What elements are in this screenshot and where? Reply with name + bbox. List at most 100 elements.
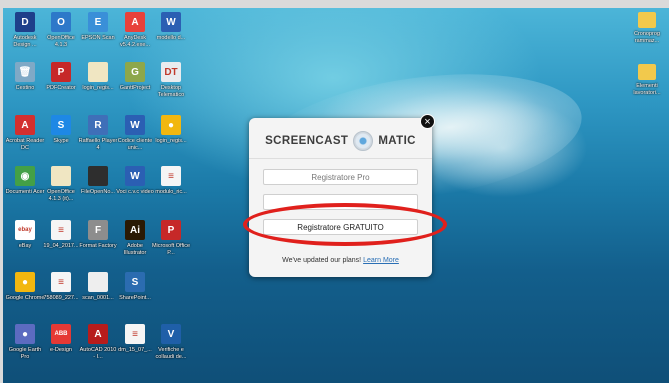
folder-icon bbox=[638, 12, 656, 28]
file-icon bbox=[88, 62, 108, 82]
desktop-icon-6[interactable]: P PDFCreator bbox=[41, 62, 81, 92]
desktop-icon-8[interactable]: G GanttProject bbox=[115, 62, 155, 92]
pdf-file-icon: ≡ bbox=[125, 324, 145, 344]
desktop-icon-28[interactable]: S SharePoint... bbox=[115, 272, 155, 302]
desktop-icon-label: Google Earth Pro bbox=[8, 347, 42, 360]
desktop-icon-7[interactable]: login_regis... bbox=[78, 62, 118, 92]
adobe-illustrator-icon: Ai bbox=[125, 220, 145, 240]
desktop-icon-22[interactable]: F Format Factory bbox=[78, 220, 118, 250]
divider bbox=[249, 158, 432, 159]
desktop-icon-0[interactable]: D Autodesk Design ... bbox=[5, 12, 45, 48]
pdf-file-icon: ≡ bbox=[161, 166, 181, 186]
pro-recorder-button[interactable]: Registratore Pro bbox=[263, 169, 418, 185]
desktop-icon-label: eBay bbox=[18, 243, 32, 249]
chrome-icon: ● bbox=[161, 115, 181, 135]
desktop-icon-label: 758089_227... bbox=[43, 295, 79, 301]
fileopen-icon bbox=[88, 166, 108, 186]
red-highlight-ellipse bbox=[243, 203, 447, 246]
brand-right-text: MATIC bbox=[378, 135, 416, 147]
desktop-icon-10[interactable]: A Acrobat Reader DC bbox=[5, 115, 45, 151]
desktop-icon-11[interactable]: S Skype bbox=[41, 115, 81, 145]
desktop-icon-27[interactable]: scan_0001... bbox=[78, 272, 118, 302]
file-icon bbox=[51, 166, 71, 186]
desktop-icon-9[interactable]: DT Desktop Telematico bbox=[151, 62, 191, 98]
desktop-icon-label: SharePoint... bbox=[119, 295, 151, 301]
desktop-icon-label: FileOpenNo... bbox=[81, 189, 115, 195]
desktop-icon-label: 19_04_2017... bbox=[43, 243, 79, 249]
ebay-icon: ebay bbox=[15, 220, 35, 240]
desktop-icon-label: Codice cliente unic... bbox=[117, 138, 153, 151]
pdf-file-icon: ≡ bbox=[51, 272, 71, 292]
desktop-icon-13[interactable]: W Codice cliente unic... bbox=[115, 115, 155, 151]
desktop-telematico-icon: DT bbox=[161, 62, 181, 82]
office-picture-icon: P bbox=[161, 220, 181, 240]
file-icon bbox=[88, 272, 108, 292]
desktop-icon-label: Microsoft Office P... bbox=[151, 243, 191, 256]
desktop-icon-31[interactable]: A AutoCAD 2010 - I... bbox=[78, 324, 118, 360]
screencast-o-matic-logo: SCREENCAST MATIC bbox=[249, 128, 432, 154]
desktop-icon-26[interactable]: ≡ 758089_227... bbox=[41, 272, 81, 302]
plans-notice-text: We've updated our plans! bbox=[282, 257, 362, 264]
desktop-icon-16[interactable]: OpenOffice 4.1.3 (it)... bbox=[41, 166, 81, 202]
desktop-icon-12[interactable]: R Raffaello Player 4 bbox=[78, 115, 118, 151]
desktop-icon-label: Acrobat Reader DC bbox=[5, 138, 45, 151]
desktop-icon-29[interactable]: ● Google Earth Pro bbox=[5, 324, 45, 360]
close-icon[interactable]: × bbox=[420, 114, 435, 129]
desktop-right-icon-1[interactable]: Elementi lavoratori... bbox=[627, 64, 667, 96]
plans-notice: We've updated our plans! Learn More bbox=[249, 257, 432, 264]
desktop-icon-label: Elementi lavoratori... bbox=[633, 83, 661, 96]
desktop-icon-label: OpenOffice 4.1.3 bbox=[47, 35, 75, 48]
desktop-icon-4[interactable]: Wmodello d... bbox=[151, 12, 191, 42]
epson-scan-icon: E bbox=[88, 12, 108, 32]
desktop-icon-2[interactable]: E EPSON Scan bbox=[78, 12, 118, 42]
desktop-icon-3[interactable]: A AnyDesk v5.4.2.exe... bbox=[115, 12, 155, 48]
google-earth-icon: ● bbox=[15, 324, 35, 344]
desktop-icon-label: Verifiche e collaudi de... bbox=[155, 347, 187, 360]
pdf-file-icon: ≡ bbox=[51, 220, 71, 240]
desktop-icon-14[interactable]: ● login_regis... bbox=[151, 115, 191, 145]
desktop-icon-label: GanttProject bbox=[119, 85, 151, 91]
desktop-icon-label: Desktop Telematico bbox=[157, 85, 185, 98]
desktop-icon-label: Adobe Illustrator bbox=[123, 243, 147, 256]
desktop-icon-18[interactable]: W Voci c.v.c video bbox=[115, 166, 155, 196]
desktop-icon-21[interactable]: ≡ 19_04_2017... bbox=[41, 220, 81, 250]
logo-lens-icon bbox=[353, 131, 374, 151]
desktop-icon-label: e-Design bbox=[49, 347, 72, 353]
abb-edesign-icon: ABB bbox=[51, 324, 71, 344]
word-document-icon: W bbox=[125, 115, 145, 135]
ganttproject-icon: G bbox=[125, 62, 145, 82]
desktop-icon-label: dm_15_07_... bbox=[118, 347, 152, 353]
desktop-icon-20[interactable]: ebay eBay bbox=[5, 220, 45, 250]
desktop-icon-33[interactable]: V Verifiche e collaudi de... bbox=[151, 324, 191, 360]
desktop-icon-1[interactable]: O OpenOffice 4.1.3 bbox=[41, 12, 81, 48]
desktop-icon-30[interactable]: ABB e-Design bbox=[41, 324, 81, 354]
desktop-icon-32[interactable]: ≡ dm_15_07_... bbox=[115, 324, 155, 354]
desktop-icon-5[interactable]: 🗑 Cestino bbox=[5, 62, 45, 92]
recycle-bin-icon: 🗑 bbox=[15, 62, 35, 82]
desktop-icon-25[interactable]: ● Google Chrome bbox=[5, 272, 45, 302]
desktop-icon-label: EPSON Scan bbox=[81, 35, 115, 41]
desktop-icon-15[interactable]: ◉ Documenti Acer bbox=[5, 166, 45, 196]
desktop-icon-label: Skype bbox=[53, 138, 69, 144]
desktop-icon-label: modulo_ric... bbox=[155, 189, 187, 195]
desktop-icon-24[interactable]: P Microsoft Office P... bbox=[151, 220, 191, 256]
autocad-icon: A bbox=[88, 324, 108, 344]
desktop-right-icon-0[interactable]: Cronoprog rammaz... bbox=[627, 12, 667, 44]
desktop-icon-17[interactable]: FileOpenNo... bbox=[78, 166, 118, 196]
autodesk-design-review-icon: D bbox=[15, 12, 35, 32]
acrobat-reader-icon: A bbox=[15, 115, 35, 135]
screencast-o-matic-launcher: SCREENCAST MATIC Registratore Pro Regist… bbox=[249, 118, 432, 277]
sharepoint-icon: S bbox=[125, 272, 145, 292]
desktop-icon-23[interactable]: Ai Adobe Illustrator bbox=[115, 220, 155, 256]
openoffice-icon: O bbox=[51, 12, 71, 32]
desktop-icon-label: Voci c.v.c video bbox=[116, 189, 154, 195]
desktop-icon-label: Google Chrome bbox=[5, 295, 45, 301]
anydesk-icon: A bbox=[125, 12, 145, 32]
folder-icon bbox=[638, 64, 656, 80]
desktop-icon-label: Format Factory bbox=[79, 243, 117, 249]
desktop-icon-label: Raffaello Player 4 bbox=[78, 138, 118, 151]
desktop-icon-19[interactable]: ≡ modulo_ric... bbox=[151, 166, 191, 196]
format-factory-icon: F bbox=[88, 220, 108, 240]
learn-more-link[interactable]: Learn More bbox=[363, 257, 399, 264]
desktop-icon-label: login_regis... bbox=[155, 138, 187, 144]
